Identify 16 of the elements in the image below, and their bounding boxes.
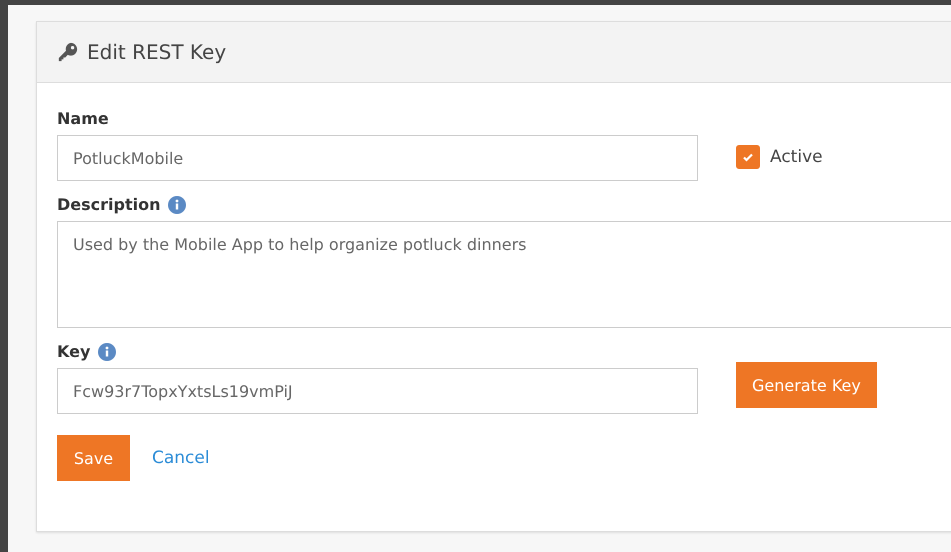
check-icon <box>742 150 754 162</box>
key-field[interactable]: Fcw93r7TopxYxtsLs19vmPiJ <box>57 368 698 414</box>
save-button[interactable]: Save <box>57 435 130 481</box>
description-field[interactable]: Used by the Mobile App to help organize potluck dinners <box>57 221 951 328</box>
checkbox-label: Active <box>770 146 823 166</box>
name-field[interactable]: PotluckMobile <box>57 135 698 181</box>
generate-key-button[interactable]: Generate Key <box>736 362 877 408</box>
field-label: Name <box>57 109 110 129</box>
panel-title: Edit REST Key <box>87 40 226 64</box>
field-label: Description <box>57 195 160 215</box>
key-icon <box>57 41 79 63</box>
field-label: Key <box>57 342 90 362</box>
active-checkbox[interactable] <box>736 144 760 168</box>
info-icon[interactable] <box>98 343 116 361</box>
info-icon[interactable] <box>168 196 186 214</box>
cancel-link[interactable]: Cancel <box>152 448 210 468</box>
